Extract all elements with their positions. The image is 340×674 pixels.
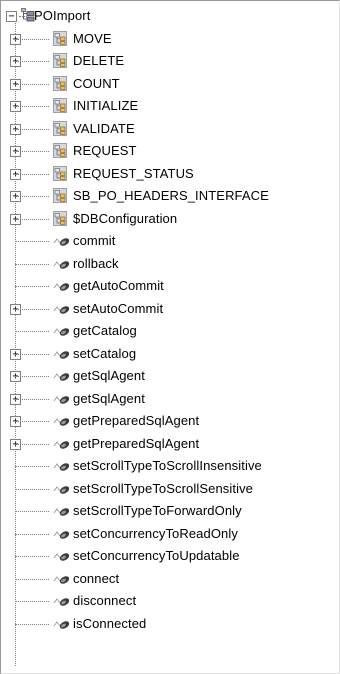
tree-node-label: disconnect [73, 593, 137, 608]
method-icon [53, 508, 70, 516]
tree-node-label: REQUEST_STATUS [73, 165, 194, 181]
tree-node-label: REQUEST [73, 143, 137, 158]
method-icon [53, 620, 70, 629]
tree-node-method[interactable]: isConnected [1, 613, 339, 636]
tree-node-label: getSqlAgent [73, 368, 145, 383]
method-icon [53, 575, 70, 584]
tree-node-package[interactable]: + MOVE [1, 28, 339, 51]
tree-node-method[interactable]: connect [1, 568, 339, 591]
tree-node-label: MOVE [73, 30, 112, 46]
tree-node-package[interactable]: + REQUEST [1, 140, 339, 163]
tree-node-method[interactable]: commit [1, 230, 339, 253]
tree-node-label: getCatalog [73, 323, 137, 338]
tree-node-method[interactable]: setScrollTypeToScrollSensitive [1, 478, 339, 501]
package-icon [53, 120, 67, 136]
tree-node-label: isConnected [73, 615, 147, 631]
tree-node-label: POImport [34, 8, 91, 23]
tree-node-package[interactable]: + SB_PO_HEADERS_INTERFACE [1, 185, 339, 208]
tree-node-label: INITIALIZE [73, 98, 139, 113]
tree-node-label: rollback [73, 255, 119, 271]
tree-node-label: COUNT [73, 75, 120, 91]
package-icon [53, 53, 67, 68]
tree-node-package[interactable]: + COUNT [1, 73, 339, 96]
method-icon [53, 305, 70, 314]
method-icon [53, 440, 70, 449]
tree-node-method[interactable]: disconnect [1, 590, 339, 613]
tree-node-method[interactable]: setScrollTypeToScrollInsensitive [1, 455, 339, 478]
tree-node-package[interactable]: + INITIALIZE [1, 95, 339, 118]
tree-node-label: setAutoCommit [73, 300, 164, 316]
tree-node-method[interactable]: getAutoCommit [1, 275, 339, 298]
tree-node-method[interactable]: rollback [1, 253, 339, 276]
method-icon [53, 485, 70, 494]
tree-node-method[interactable]: setScrollTypeToForwardOnly [1, 500, 339, 523]
tree-view-panel: − POImport + MOVE + DELETE + COUNT + INI… [0, 0, 340, 674]
tree-node-method[interactable]: setConcurrencyToReadOnly [1, 523, 339, 546]
method-icon [53, 328, 70, 336]
hierarchy-icon [21, 8, 35, 22]
package-icon [53, 210, 67, 226]
tree-node-method[interactable]: + setCatalog [1, 343, 339, 366]
method-icon [53, 598, 70, 606]
tree-node-label: setScrollTypeToScrollInsensitive [73, 458, 262, 473]
tree-node-package[interactable]: + DELETE [1, 50, 339, 73]
package-icon [53, 165, 67, 181]
tree-node-label: getAutoCommit [73, 278, 164, 293]
tree-node-method[interactable]: + getPreparedSqlAgent [1, 433, 339, 456]
tree-node-label: setConcurrencyToUpdatable [73, 548, 240, 563]
tree-node-label: setScrollTypeToForwardOnly [73, 503, 242, 518]
tree-node-label: setConcurrencyToReadOnly [73, 525, 238, 541]
tree-node-label: getPreparedSqlAgent [73, 413, 200, 428]
package-icon [53, 98, 67, 113]
method-icon [53, 418, 70, 426]
package-icon [53, 143, 67, 158]
tree-node-package[interactable]: + $DBConfiguration [1, 208, 339, 231]
tree-node-label: setCatalog [73, 345, 137, 361]
tree-node-method[interactable]: + getPreparedSqlAgent [1, 410, 339, 433]
tree-node-label: connect [73, 570, 120, 586]
method-icon [53, 463, 70, 471]
tree-node-label: DELETE [73, 53, 125, 68]
tree-node-method[interactable]: + getSqlAgent [1, 365, 339, 388]
package-icon [53, 30, 67, 46]
tree-node-package[interactable]: + REQUEST_STATUS [1, 163, 339, 186]
tree-node-method[interactable]: + setAutoCommit [1, 298, 339, 321]
tree-node-label: getSqlAgent [73, 390, 145, 406]
method-icon [53, 260, 70, 269]
method-icon [53, 553, 70, 561]
method-icon [53, 238, 70, 246]
tree-node-label: getPreparedSqlAgent [73, 435, 200, 451]
method-icon [53, 395, 70, 404]
method-icon [53, 530, 70, 539]
tree-node-method[interactable]: + getSqlAgent [1, 388, 339, 411]
tree-node-method[interactable]: getCatalog [1, 320, 339, 343]
tree-node-label: commit [73, 233, 116, 248]
tree-node-label: VALIDATE [73, 120, 135, 136]
collapse-icon[interactable]: − [6, 11, 17, 22]
package-icon [53, 75, 67, 91]
tree-node-package[interactable]: + VALIDATE [1, 118, 339, 141]
tree-view: − POImport + MOVE + DELETE + COUNT + INI… [1, 5, 339, 666]
tree-node-root[interactable]: − POImport [1, 5, 339, 28]
tree-node-label: SB_PO_HEADERS_INTERFACE [73, 188, 269, 203]
method-icon [53, 350, 70, 359]
method-icon [53, 283, 70, 291]
method-icon [53, 373, 70, 381]
tree-node-label: setScrollTypeToScrollSensitive [73, 480, 254, 496]
tree-node-method[interactable]: setConcurrencyToUpdatable [1, 545, 339, 568]
tree-node-label: $DBConfiguration [73, 210, 178, 226]
package-icon [53, 188, 67, 203]
